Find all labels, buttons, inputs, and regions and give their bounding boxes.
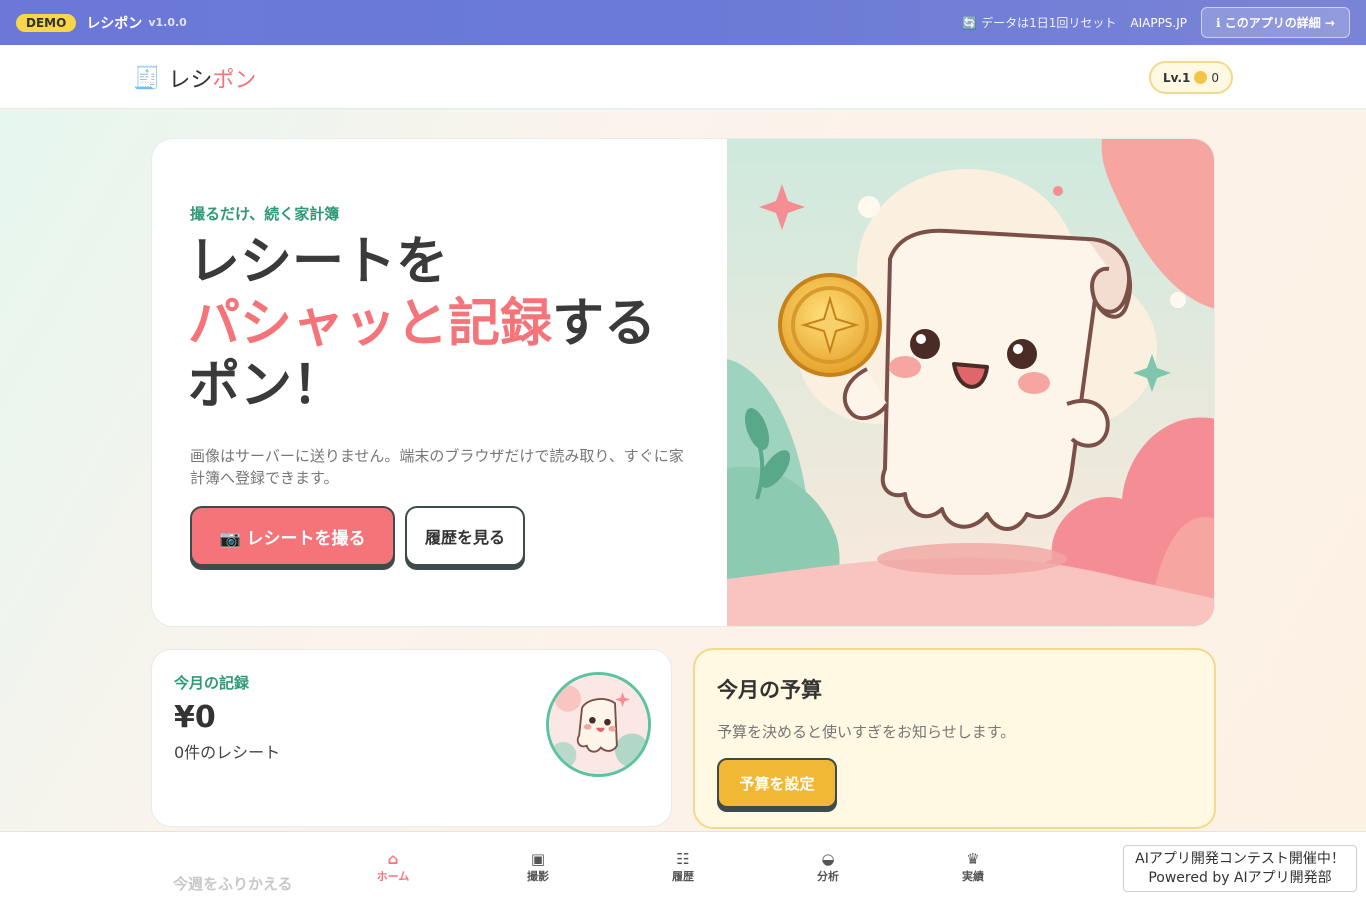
- monthly-amount: ¥0: [174, 700, 216, 735]
- nav-achievements-label: 実績: [962, 870, 984, 883]
- app-detail-button[interactable]: ℹ このアプリの詳細 →: [1201, 7, 1350, 38]
- hero-title-line2-rest: する: [552, 294, 657, 354]
- demo-bar-right: 🔄 データは1日1回リセット AIAPPS.JP ℹ このアプリの詳細 →: [962, 7, 1350, 38]
- nav-home-label: ホーム: [376, 870, 410, 883]
- budget-title: 今月の予算: [717, 678, 822, 702]
- nav-analysis[interactable]: ◒ 分析: [788, 850, 868, 884]
- nav-history[interactable]: ☷ 履歴: [643, 850, 723, 884]
- nav-achievements[interactable]: ♛ 実績: [933, 850, 1013, 884]
- hero-title-highlight: パシャッと記録: [188, 294, 553, 354]
- hero-title-line1: レシートを: [188, 232, 449, 292]
- app-logo[interactable]: 🧾 レシ ポン: [133, 62, 256, 94]
- hero-card: 撮るだけ、続く家計簿 レシートを パシャッと記録する ポン！ 画像はサーバーに送…: [151, 138, 1215, 627]
- nav-capture[interactable]: ▣ 撮影: [498, 850, 578, 884]
- budget-description: 予算を決めると使いすぎをお知らせします。: [717, 723, 1016, 741]
- hero-content: 撮るだけ、続く家計簿 レシートを パシャッと記録する ポン！ 画像はサーバーに送…: [152, 139, 728, 626]
- bottom-navigation: 今週をふりかえる ⌂ ホーム ▣ 撮影 ☷ 履歴 ◒ 分析 ♛ 実績 AIアプリ…: [0, 831, 1366, 900]
- monthly-record-card: 今月の記録 ¥0 0件のレシート: [151, 649, 672, 827]
- camera-icon: ▣: [530, 850, 546, 868]
- weekly-review-heading: 今週をふりかえる: [173, 875, 293, 893]
- aiapps-link[interactable]: AIAPPS.JP: [1130, 16, 1187, 30]
- app-header: 🧾 レシ ポン Lv.1 0: [0, 45, 1366, 110]
- demo-badge: DEMO: [16, 13, 77, 32]
- contest-banner[interactable]: AIアプリ開発コンテスト開催中！ Powered by AIアプリ開発部: [1123, 845, 1357, 892]
- receipt-count: 0件のレシート: [174, 743, 281, 762]
- nav-home[interactable]: ⌂ ホーム: [353, 850, 433, 884]
- logo-text-part1: レシ: [168, 68, 213, 93]
- hero-description: 画像はサーバーに送りません。端末のブラウザだけで読み取り、すぐに家計簿へ登録でき…: [190, 447, 684, 487]
- mascot-avatar: [546, 672, 651, 777]
- demo-app-name: レシポン: [86, 15, 143, 32]
- receipt-mascot-illustration: [727, 139, 1214, 626]
- reset-note: 🔄 データは1日1回リセット: [962, 16, 1117, 30]
- home-icon: ⌂: [387, 850, 399, 868]
- level-text: Lv.1: [1162, 70, 1191, 85]
- nav-analysis-label: 分析: [817, 870, 839, 883]
- monthly-budget-card: 今月の予算 予算を決めると使いすぎをお知らせします。 予算を設定: [693, 648, 1216, 829]
- contest-line2: Powered by AIアプリ開発部: [1148, 870, 1332, 886]
- coin-count: 0: [1211, 70, 1220, 85]
- coin-icon: [1194, 71, 1208, 84]
- list-icon: ☷: [676, 850, 690, 868]
- hero-title: レシートを パシャッと記録する ポン！: [188, 231, 728, 417]
- nav-history-label: 履歴: [672, 870, 694, 883]
- contest-line1: AIアプリ開発コンテスト開催中！: [1135, 851, 1345, 867]
- chart-icon: ◒: [821, 850, 835, 868]
- hero-title-line3: ポン！: [188, 356, 345, 416]
- demo-bar: DEMO レシポン v1.0.0 🔄 データは1日1回リセット AIAPPS.J…: [0, 0, 1366, 45]
- logo-text-part2: ポン: [212, 68, 257, 93]
- receipt-icon: 🧾: [133, 65, 161, 91]
- set-budget-button[interactable]: 予算を設定: [717, 758, 837, 808]
- level-badge[interactable]: Lv.1 0: [1149, 61, 1233, 94]
- hero-eyebrow: 撮るだけ、続く家計簿: [190, 205, 340, 223]
- demo-version: v1.0.0: [148, 16, 187, 29]
- crown-icon: ♛: [966, 850, 980, 868]
- view-history-button[interactable]: 履歴を見る: [405, 506, 525, 566]
- take-receipt-button[interactable]: 📷 レシートを撮る: [190, 506, 395, 566]
- nav-capture-label: 撮影: [527, 870, 549, 883]
- monthly-record-label: 今月の記録: [174, 674, 250, 692]
